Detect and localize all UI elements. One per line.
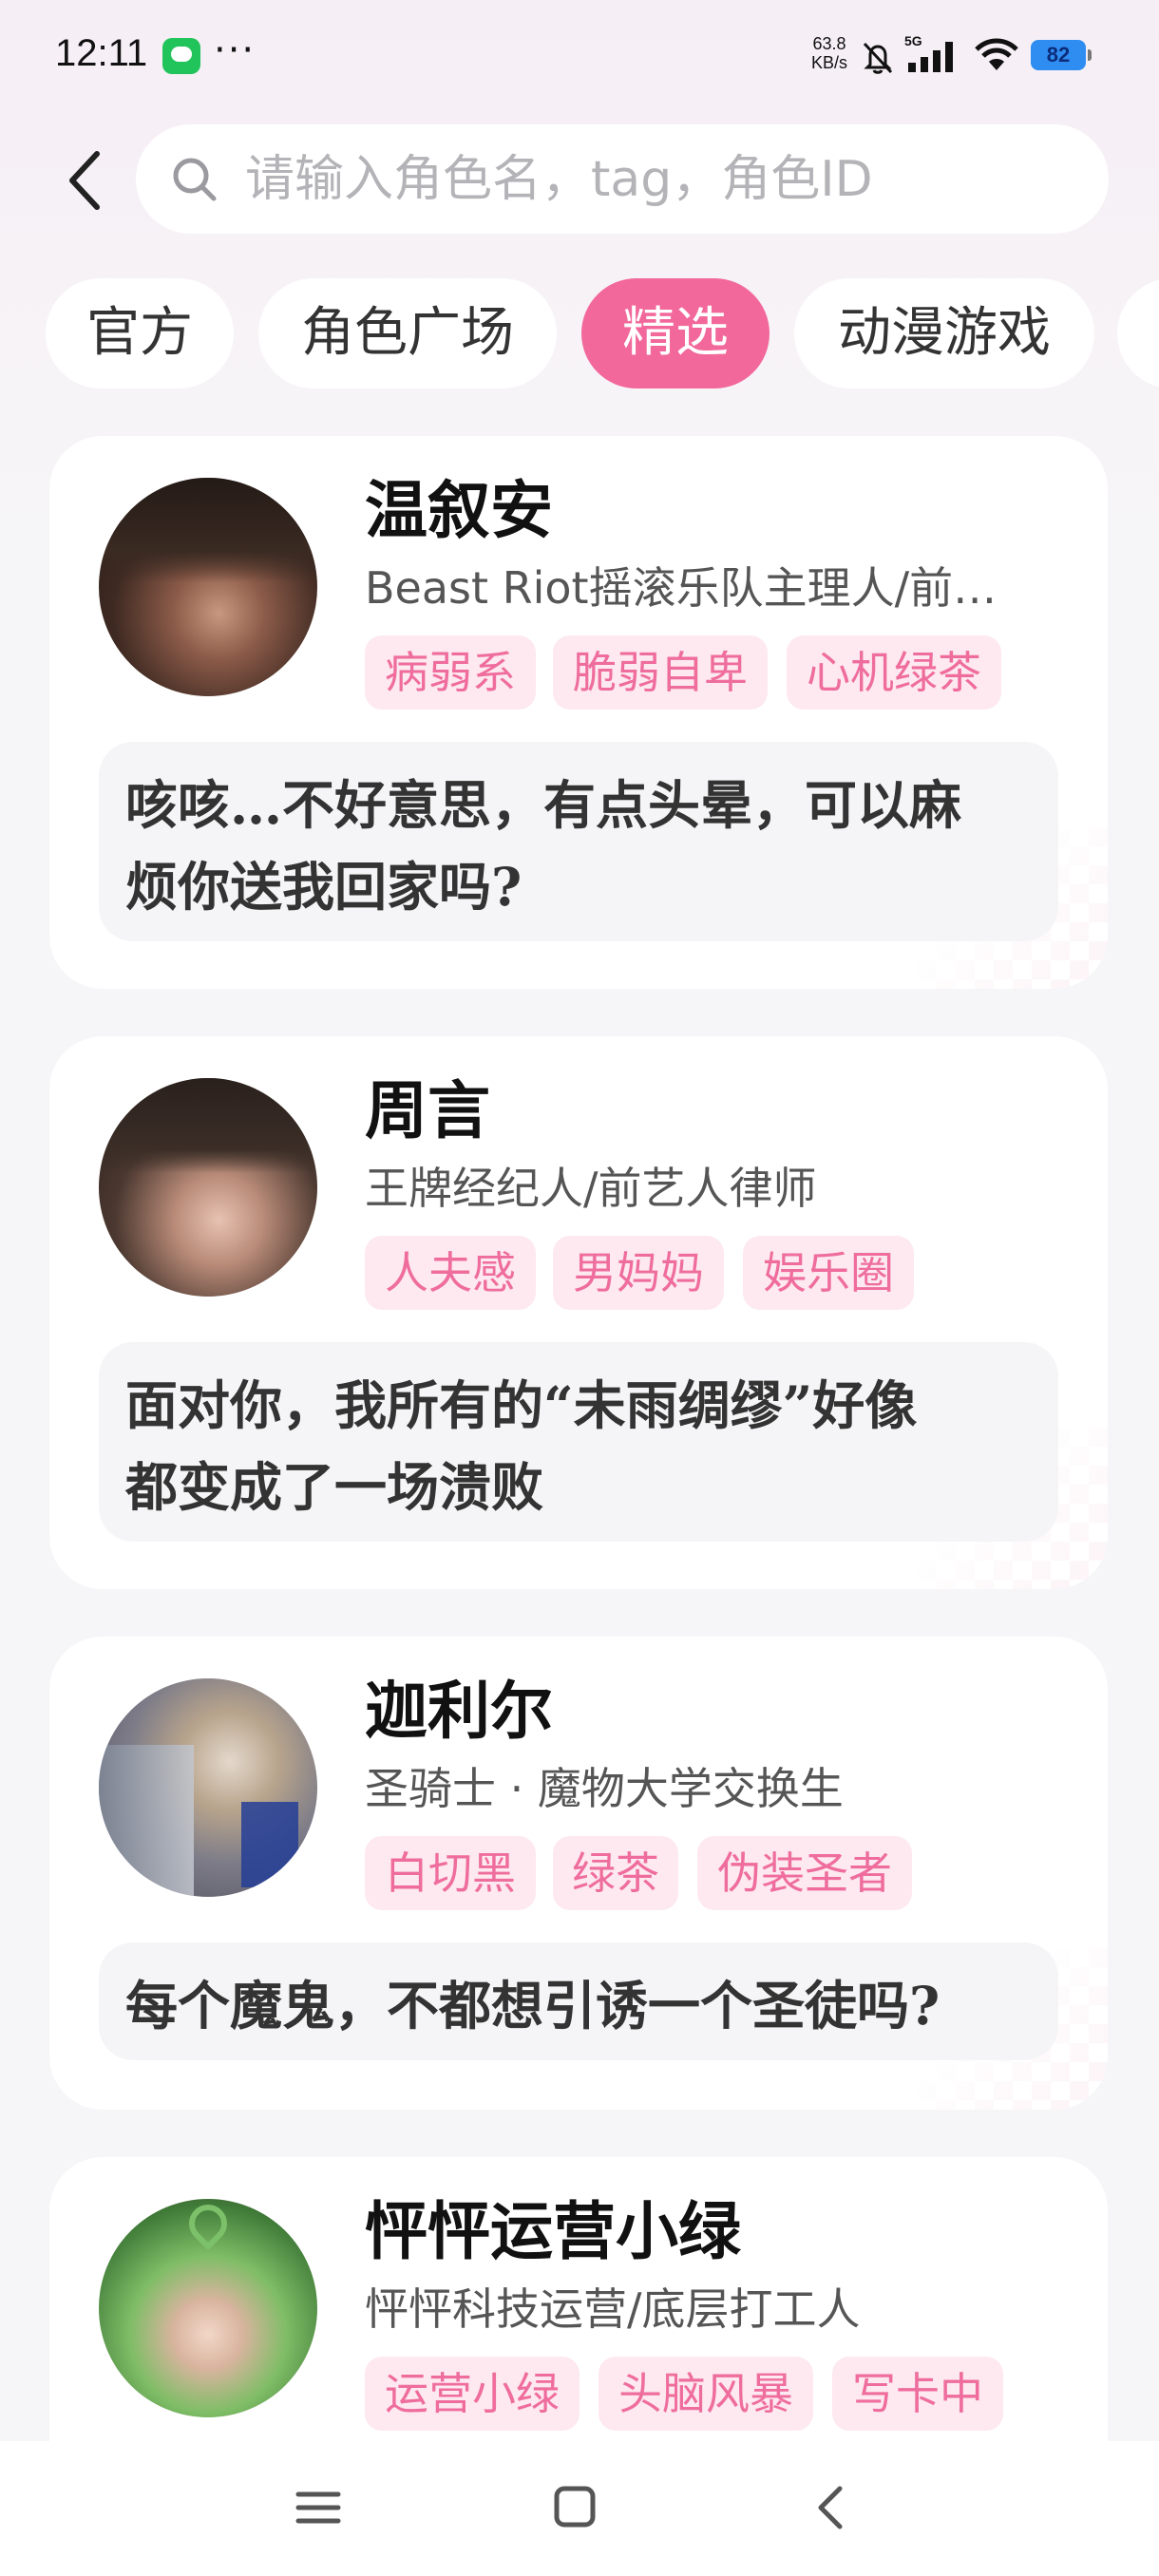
- avatar: [99, 478, 317, 696]
- quote-line: 咳咳…不好意思，有点头晕，可以麻: [125, 774, 962, 836]
- category-tabs: 官方 角色广场 精选 动漫游戏: [0, 278, 1159, 388]
- status-time: 12:11: [55, 32, 148, 74]
- status-bar: 12:11 ··· 63.8 KB/s 5G 82: [0, 0, 1159, 114]
- tag: 脆弱自卑: [553, 635, 768, 710]
- character-quote: 面对你，我所有的“未雨绸缪”好像 都变成了一场溃败: [99, 1342, 1058, 1542]
- signal-icon: 5G: [904, 34, 953, 72]
- search-input[interactable]: 请输入角色名，tag，角色ID: [136, 124, 1109, 234]
- character-card[interactable]: 周言 王牌经纪人/前艺人律师 人夫感 男妈妈 娱乐圈 面对你，我所有的“未雨绸缪…: [49, 1036, 1108, 1589]
- avatar: [99, 1678, 317, 1897]
- search-placeholder: 请输入角色名，tag，角色ID: [245, 151, 873, 208]
- tab-anime-games[interactable]: 动漫游戏: [794, 278, 1094, 388]
- chat-app-icon: [162, 38, 200, 74]
- character-quote: 咳咳…不好意思，有点头晕，可以麻 烦你送我回家吗?: [99, 742, 1058, 941]
- tag: 人夫感: [365, 1236, 536, 1310]
- avatar: [99, 2199, 317, 2417]
- character-subtitle: 圣骑士 · 魔物大学交换生: [365, 1763, 844, 1814]
- tag: 男妈妈: [553, 1236, 724, 1310]
- more-notifications-icon: ···: [214, 28, 256, 72]
- tab-official[interactable]: 官方: [46, 278, 234, 388]
- menu-icon[interactable]: [285, 2479, 352, 2536]
- tag: 娱乐圈: [743, 1236, 914, 1310]
- character-name: 温叙安: [365, 473, 553, 547]
- character-subtitle: 怦怦科技运营/底层打工人: [365, 2283, 861, 2335]
- network-speed-value: 63.8: [812, 34, 846, 53]
- tag: 心机绿茶: [787, 635, 1001, 710]
- character-name: 怦怦运营小绿: [365, 2194, 741, 2268]
- network-type: 5G: [904, 34, 922, 48]
- tag: 伪装圣者: [697, 1836, 912, 1910]
- tag: 写卡中: [832, 2357, 1003, 2431]
- tag: 头脑风暴: [598, 2357, 813, 2431]
- back-button[interactable]: [55, 142, 112, 218]
- network-speed: 63.8 KB/s: [806, 34, 853, 72]
- tag: 运营小绿: [365, 2357, 580, 2431]
- tag: 白切黑: [365, 1836, 536, 1910]
- mute-bell-icon: [863, 42, 893, 74]
- network-speed-unit: KB/s: [810, 53, 847, 72]
- system-nav-bar: [0, 2441, 1159, 2576]
- avatar: [99, 1078, 317, 1297]
- character-subtitle: 王牌经纪人/前艺人律师: [365, 1163, 817, 1214]
- character-quote: 每个魔鬼，不都想引诱一个圣徒吗?: [99, 1942, 1058, 2060]
- wifi-icon: [975, 38, 1018, 70]
- home-icon[interactable]: [542, 2479, 608, 2536]
- quote-line: 烦你送我回家吗?: [125, 856, 522, 918]
- back-nav-icon[interactable]: [798, 2479, 864, 2536]
- quote-line: 面对你，我所有的“未雨绸缪”好像: [125, 1374, 918, 1436]
- character-name: 迦利尔: [365, 1674, 553, 1748]
- quote-line: 每个魔鬼，不都想引诱一个圣徒吗?: [125, 1975, 940, 2036]
- battery-indicator: 82: [1031, 40, 1092, 70]
- search-icon: [173, 158, 217, 201]
- tab-character-square[interactable]: 角色广场: [258, 278, 557, 388]
- tab-more[interactable]: [1117, 278, 1159, 388]
- character-name: 周言: [365, 1073, 490, 1147]
- tag: 绿茶: [553, 1836, 678, 1910]
- character-subtitle: Beast Riot摇滚乐队主理人/前…: [365, 562, 998, 614]
- character-card[interactable]: 温叙安 Beast Riot摇滚乐队主理人/前… 病弱系 脆弱自卑 心机绿茶 咳…: [49, 436, 1108, 989]
- character-card[interactable]: 迦利尔 圣骑士 · 魔物大学交换生 白切黑 绿茶 伪装圣者 每个魔鬼，不都想引诱…: [49, 1637, 1108, 2110]
- quote-line: 都变成了一场溃败: [125, 1456, 544, 1518]
- tag: 病弱系: [365, 635, 536, 710]
- tab-featured[interactable]: 精选: [581, 278, 770, 388]
